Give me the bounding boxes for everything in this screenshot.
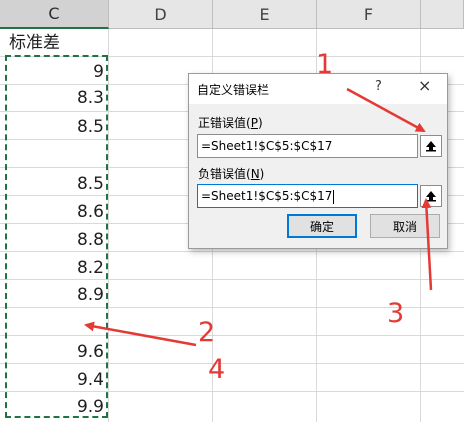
arrow-3 <box>421 198 433 291</box>
annotation-arrows <box>84 87 433 347</box>
arrow-1 <box>346 87 426 133</box>
arrow-2 <box>84 321 197 347</box>
annotation-4: 4 <box>208 354 226 385</box>
annotation-3: 3 <box>387 298 405 329</box>
annotation-2: 2 <box>198 317 216 348</box>
annotation-1: 1 <box>316 49 334 80</box>
